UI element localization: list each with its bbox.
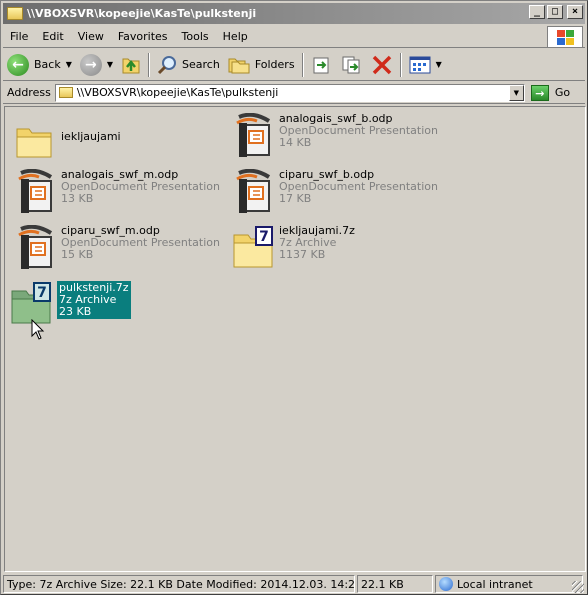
- folder-icon: [7, 7, 23, 20]
- folder-icon: [16, 128, 52, 158]
- copy-to-button[interactable]: [337, 51, 367, 79]
- odp-presentation-icon: [18, 225, 53, 269]
- views-icon: [409, 56, 431, 73]
- zone-label: Local intranet: [457, 577, 533, 591]
- menu-bar: File Edit View Favorites Tools Help: [3, 26, 585, 48]
- file-name: iekljaujami: [61, 130, 121, 143]
- window-title: \\VBOXSVR\kopeejie\KasTe\pulkstenji: [27, 7, 257, 20]
- file-size: 17 KB: [279, 192, 312, 205]
- globe-icon: [439, 577, 453, 591]
- move-to-button[interactable]: [307, 51, 337, 79]
- menu-tools[interactable]: Tools: [175, 30, 216, 43]
- odp-presentation-icon: [236, 169, 271, 213]
- menu-edit[interactable]: Edit: [35, 30, 70, 43]
- mouse-cursor-icon: [31, 319, 45, 340]
- file-item[interactable]: ciparu_swf_m.odp OpenDocument Presentati…: [15, 225, 220, 269]
- file-item[interactable]: analogais_swf_m.odp OpenDocument Present…: [15, 169, 220, 213]
- file-size: 15 KB: [61, 248, 94, 261]
- svg-text:7: 7: [259, 229, 269, 245]
- delete-x-icon: [372, 55, 391, 74]
- file-item[interactable]: iekljaujami: [15, 121, 121, 165]
- menu-help[interactable]: Help: [216, 30, 255, 43]
- maximize-button[interactable]: □: [547, 5, 563, 19]
- move-to-folder-icon: [313, 57, 329, 73]
- file-list-view[interactable]: iekljaujami analogais_swf_b.odp OpenDocu…: [4, 106, 586, 572]
- search-icon: [157, 55, 177, 74]
- views-button[interactable]: ▼: [405, 51, 446, 79]
- toolbar-separator: [148, 52, 151, 77]
- toolbar-separator: [399, 52, 402, 77]
- status-bar: Type: 7z Archive Size: 22.1 KB Date Modi…: [3, 574, 585, 594]
- windows-flag-icon: [557, 30, 575, 45]
- file-info: analogais_swf_m.odp OpenDocument Present…: [61, 169, 220, 205]
- file-item[interactable]: analogais_swf_b.odp OpenDocument Present…: [233, 113, 438, 157]
- file-info: pulkstenji.7z 7z Archive 23 KB: [57, 281, 131, 319]
- file-size: 23 KB: [59, 305, 92, 318]
- address-input[interactable]: \\VBOXSVR\kopeejie\KasTe\pulkstenji ▼: [54, 83, 525, 102]
- forward-button[interactable]: → ▼: [76, 51, 117, 79]
- file-size: 1137 KB: [279, 248, 326, 261]
- folders-button[interactable]: Folders: [224, 51, 299, 79]
- file-item[interactable]: 7 iekljaujami.7z 7z Archive 1137 KB: [233, 225, 355, 269]
- up-folder-icon: [122, 58, 140, 73]
- search-button[interactable]: Search: [153, 51, 224, 79]
- address-bar: Address \\VBOXSVR\kopeejie\KasTe\pulkste…: [3, 82, 585, 104]
- explorer-window: \\VBOXSVR\kopeejie\KasTe\pulkstenji _ □ …: [0, 0, 588, 595]
- delete-button[interactable]: [367, 51, 397, 79]
- menu-view[interactable]: View: [71, 30, 111, 43]
- file-info: iekljaujami.7z 7z Archive 1137 KB: [279, 225, 355, 261]
- status-size: 22.1 KB: [357, 575, 433, 593]
- status-details: Type: 7z Archive Size: 22.1 KB Date Modi…: [3, 575, 355, 593]
- menu-file[interactable]: File: [3, 30, 35, 43]
- folder-icon: [58, 87, 73, 98]
- address-label: Address: [7, 86, 51, 99]
- up-button[interactable]: [117, 51, 145, 79]
- go-button[interactable]: → Go: [530, 84, 571, 101]
- address-dropdown-icon[interactable]: ▼: [508, 84, 524, 101]
- odp-presentation-icon: [18, 169, 53, 213]
- folders-label: Folders: [254, 58, 295, 71]
- window-controls: _ □ ×: [529, 5, 583, 19]
- back-button[interactable]: ← Back ▼: [3, 51, 76, 79]
- title-bar[interactable]: \\VBOXSVR\kopeejie\KasTe\pulkstenji _ □ …: [3, 3, 585, 24]
- copy-to-folder-icon: [342, 56, 360, 73]
- go-label: Go: [554, 86, 571, 99]
- file-item[interactable]: ciparu_swf_b.odp OpenDocument Presentati…: [233, 169, 438, 213]
- file-size: 14 KB: [279, 136, 312, 149]
- views-dropdown-icon[interactable]: ▼: [436, 60, 442, 69]
- toolbar-separator: [301, 52, 304, 77]
- menu-favorites[interactable]: Favorites: [111, 30, 175, 43]
- resize-grip[interactable]: [572, 581, 584, 593]
- file-info: iekljaujami: [61, 131, 121, 143]
- odp-presentation-icon: [236, 113, 271, 157]
- svg-text:7: 7: [37, 285, 47, 301]
- file-info: analogais_swf_b.odp OpenDocument Present…: [279, 113, 438, 149]
- folders-icon: [228, 58, 250, 73]
- address-value: \\VBOXSVR\kopeejie\KasTe\pulkstenji: [76, 86, 279, 99]
- file-info: ciparu_swf_b.odp OpenDocument Presentati…: [279, 169, 438, 205]
- back-arrow-icon: ←: [7, 53, 29, 76]
- back-dropdown-icon[interactable]: ▼: [66, 60, 72, 69]
- status-zone: Local intranet: [435, 575, 583, 593]
- go-arrow-icon: →: [530, 84, 549, 101]
- minimize-button[interactable]: _: [529, 5, 545, 19]
- forward-dropdown-icon[interactable]: ▼: [107, 60, 113, 69]
- file-item-selected[interactable]: 7 pulkstenji.7z 7z Archive 23 KB: [11, 281, 131, 325]
- search-label: Search: [182, 58, 220, 71]
- file-info: ciparu_swf_m.odp OpenDocument Presentati…: [61, 225, 220, 261]
- toolbar: ← Back ▼ → ▼ Search Folders ▼: [3, 49, 585, 81]
- file-size: 13 KB: [61, 192, 94, 205]
- 7z-archive-icon: 7: [233, 226, 273, 268]
- close-button[interactable]: ×: [567, 5, 583, 19]
- back-label: Back: [34, 58, 61, 71]
- windows-logo: [547, 26, 583, 48]
- forward-arrow-icon: →: [79, 53, 102, 76]
